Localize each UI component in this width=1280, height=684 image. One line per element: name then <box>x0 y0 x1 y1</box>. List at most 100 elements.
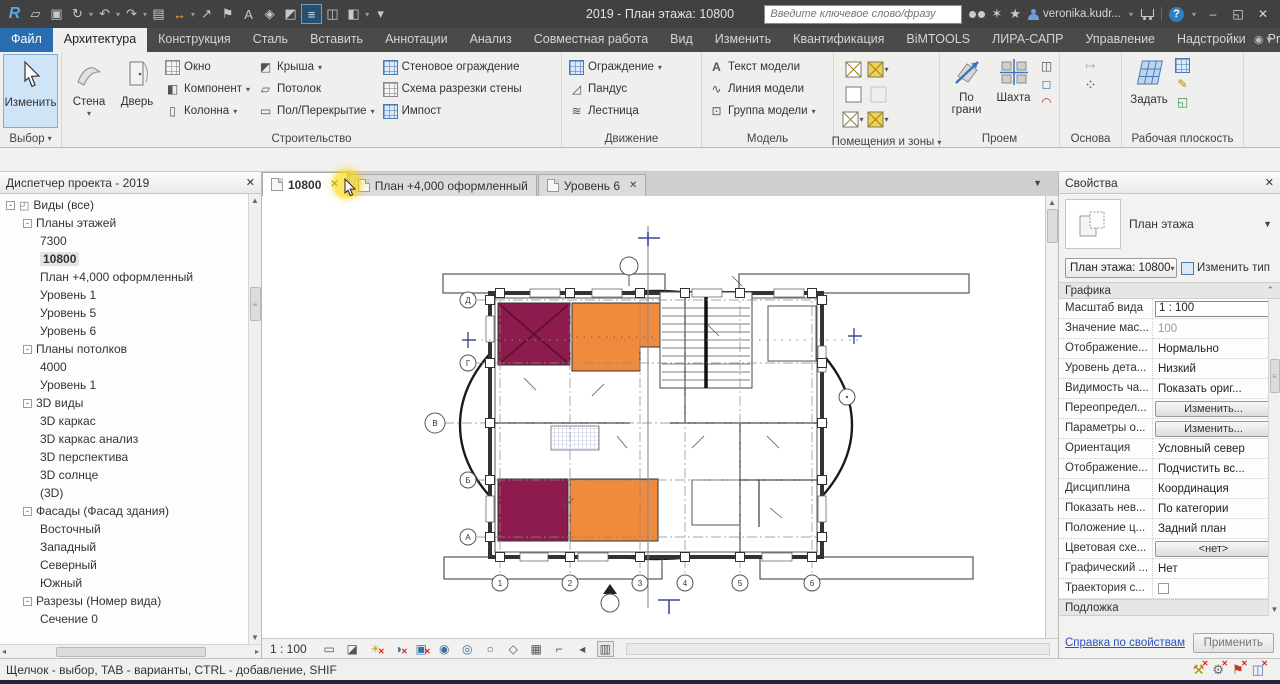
search-icon[interactable] <box>969 11 976 18</box>
floor-button[interactable]: ▭Пол/Перекрытие▾ <box>258 101 375 121</box>
set-workplane-button[interactable]: Задать <box>1125 54 1173 106</box>
ribbon-tab-изменить[interactable]: Изменить <box>704 28 782 52</box>
scroll-thumb[interactable]: ≡ <box>250 287 261 321</box>
ribbon-tab-вставить[interactable]: Вставить <box>299 28 374 52</box>
edit-type-button[interactable]: Изменить тип <box>1181 262 1270 275</box>
panel-label-datum[interactable]: Основа <box>1060 130 1121 147</box>
scroll-down-icon[interactable]: ▼ <box>1271 605 1279 614</box>
search-input[interactable] <box>764 5 962 24</box>
default-3d-view-icon[interactable]: ◈ <box>259 4 280 24</box>
section-underlay[interactable]: Подложка⌃ <box>1059 599 1280 616</box>
view-tab-план-+4,000-оформленный[interactable]: План +4,000 оформленный <box>349 174 537 196</box>
component-button[interactable]: ◧Компонент▾ <box>165 79 250 99</box>
scroll-thumb[interactable] <box>1047 209 1058 243</box>
panel-label-rooms[interactable]: Помещения и зоны▾ <box>834 136 939 148</box>
tree-item-уровень-5[interactable]: Уровень 5 <box>0 304 261 322</box>
vertical-opening-icon[interactable]: ◻ <box>1039 76 1054 91</box>
measure-icon[interactable]: ↔ <box>169 4 190 24</box>
model-group-button[interactable]: ⊡Группа модели▾ <box>709 101 816 121</box>
tree-item-3d-виды[interactable]: -3D виды <box>0 394 261 412</box>
expand-icon[interactable]: - <box>23 399 32 408</box>
door-button[interactable]: Дверь <box>113 54 161 108</box>
tree-item-уровень-1[interactable]: Уровень 1 <box>0 376 261 394</box>
close-icon[interactable]: ✕ <box>246 176 255 189</box>
worksets-icon[interactable]: ⚒✕ <box>1193 662 1205 678</box>
tree-item-западный[interactable]: Западный <box>0 538 261 556</box>
save-icon[interactable]: ▣ <box>46 4 67 24</box>
properties-help-link[interactable]: Справка по свойствам <box>1065 637 1185 649</box>
ribbon-display-options-icon[interactable]: ◉ ▾ <box>1254 33 1272 46</box>
ribbon-tab-конструкция[interactable]: Конструкция <box>147 28 242 52</box>
switch-windows-icon[interactable]: ◧ <box>343 4 364 24</box>
close-inactive-windows-icon[interactable]: ◫ <box>322 4 343 24</box>
ribbon-tab-лира-сапр[interactable]: ЛИРА-САПР <box>981 28 1074 52</box>
ribbon-tab-управление[interactable]: Управление <box>1075 28 1167 52</box>
model-line-button[interactable]: ∿Линия модели <box>709 79 816 99</box>
properties-scrollbar[interactable]: ≡ ▼ <box>1268 299 1280 616</box>
ribbon-tab-file[interactable]: Файл <box>0 28 53 52</box>
tree-item-сечение-0[interactable]: Сечение 0 <box>0 610 261 628</box>
scroll-thumb[interactable]: ≡ <box>1270 359 1280 393</box>
panel-label-circulation[interactable]: Движение <box>562 130 701 147</box>
property-value-button[interactable]: <нет> <box>1155 541 1272 557</box>
text-icon[interactable]: A <box>238 4 259 24</box>
room-tag-icon[interactable]: ▾ <box>841 107 865 131</box>
tree-item-3d-каркас[interactable]: 3D каркас <box>0 412 261 430</box>
scroll-up-icon[interactable]: ▲ <box>251 196 259 205</box>
workplane-viewer-icon[interactable]: ◱ <box>1175 94 1190 109</box>
expand-icon[interactable]: - <box>23 507 32 516</box>
ribbon-tab-квантификация[interactable]: Квантификация <box>782 28 895 52</box>
minimize-button[interactable]: – <box>1204 7 1222 21</box>
ribbon-tab-совместная-работа[interactable]: Совместная работа <box>523 28 659 52</box>
revit-logo[interactable]: R <box>4 4 25 24</box>
redo-icon[interactable]: ↷ <box>121 4 142 24</box>
room-icon[interactable] <box>841 57 865 81</box>
help-dropdown-icon[interactable]: ▾ <box>1191 10 1197 19</box>
close-button[interactable]: ✕ <box>1254 7 1272 21</box>
panel-label-select[interactable]: Выбор▾ <box>0 130 61 147</box>
opening-by-face-button[interactable]: По грани <box>943 54 990 116</box>
tree-item--3d-[interactable]: (3D) <box>0 484 261 502</box>
property-value-button[interactable]: Изменить... <box>1155 401 1272 417</box>
print-icon[interactable]: ▤ <box>148 4 169 24</box>
stair-button[interactable]: ≋Лестница <box>569 101 662 121</box>
tree-item-10800[interactable]: 10800 <box>0 250 261 268</box>
tree-item-северный[interactable]: Северный <box>0 556 261 574</box>
tree-item-3d-перспектива[interactable]: 3D перспектива <box>0 448 261 466</box>
mullion-button[interactable]: Импост <box>383 101 522 121</box>
section-icon[interactable]: ◩ <box>280 4 301 24</box>
tree-item-восточный[interactable]: Восточный <box>0 520 261 538</box>
view-tab-уровень-6[interactable]: Уровень 6✕ <box>538 174 647 196</box>
model-text-button[interactable]: AТекст модели <box>709 57 816 77</box>
help-icon[interactable]: ? <box>1169 7 1184 22</box>
modify-button[interactable]: Изменить <box>3 54 58 128</box>
visual-style-icon[interactable]: ◪ <box>344 641 361 657</box>
thin-lines-icon[interactable]: ≡ <box>301 4 322 24</box>
section-graphics[interactable]: Графика⌃ <box>1059 282 1280 299</box>
dormer-opening-icon[interactable]: ◠ <box>1039 94 1054 109</box>
username[interactable]: veronika.kudr... <box>1043 8 1121 20</box>
expand-icon[interactable]: - <box>23 219 32 228</box>
property-value-button[interactable]: Изменить... <box>1155 421 1272 437</box>
show-workplane-icon[interactable] <box>1175 58 1190 73</box>
ceiling-button[interactable]: ▱Потолок <box>258 79 375 99</box>
grid-icon[interactable]: ⁘ <box>1083 77 1098 92</box>
ribbon-tab-вид[interactable]: Вид <box>659 28 704 52</box>
area-icon[interactable]: ▾ <box>866 57 890 81</box>
area-tag-icon[interactable]: ▾ <box>866 107 890 131</box>
browser-vertical-scrollbar[interactable]: ▲ ≡ ▼ <box>248 194 261 644</box>
undo-icon[interactable]: ↶ <box>94 4 115 24</box>
ribbon-tab-bimtools[interactable]: BiMTOOLS <box>895 28 981 52</box>
scroll-grip-icon[interactable]: ▥ <box>597 641 614 657</box>
close-icon[interactable]: ✕ <box>1265 176 1274 189</box>
panel-label-model[interactable]: Модель <box>702 130 833 147</box>
wall-button[interactable]: Стена ▾ <box>65 54 113 120</box>
panel-label-workplane[interactable]: Рабочая плоскость <box>1122 130 1243 147</box>
tree-item-план-4-000-оформленный[interactable]: План +4,000 оформленный <box>0 268 261 286</box>
scroll-up-icon[interactable]: ▲ <box>1048 198 1056 207</box>
property-value-input[interactable]: 1 : 100 <box>1155 301 1278 317</box>
sun-path-icon[interactable]: ☀✕ <box>367 641 384 657</box>
tree-item-3d-солнце[interactable]: 3D солнце <box>0 466 261 484</box>
ribbon-tab-анализ[interactable]: Анализ <box>459 28 523 52</box>
restore-button[interactable]: ◱ <box>1229 7 1247 21</box>
